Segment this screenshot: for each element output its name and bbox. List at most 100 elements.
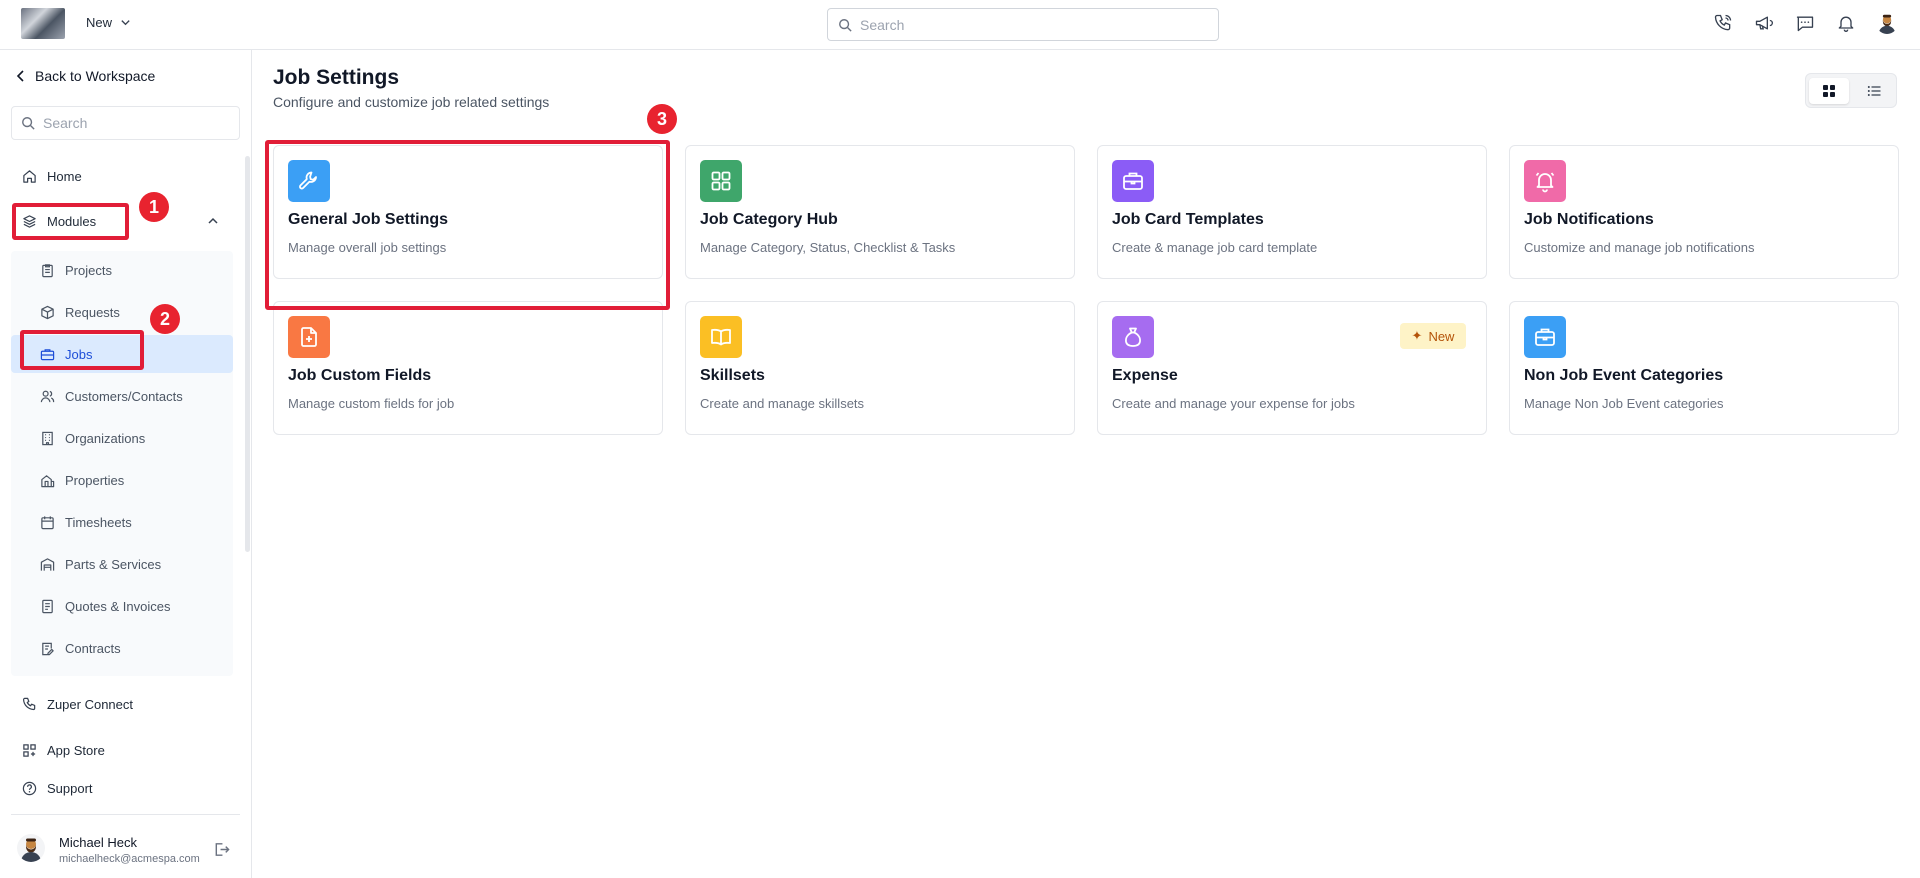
briefcase-icon <box>1112 160 1154 202</box>
card-title: Non Job Event Categories <box>1524 367 1724 384</box>
invoice-icon <box>42 599 53 613</box>
chevron-down-icon <box>121 20 130 26</box>
chat-icon[interactable] <box>1794 12 1816 34</box>
card-title: Expense <box>1112 367 1178 384</box>
sidebar-item-quotes-invoices[interactable]: Quotes & Invoices <box>11 587 233 625</box>
card-description: Manage custom fields for job <box>288 396 455 411</box>
grid-view-button[interactable] <box>1809 78 1849 104</box>
sidebar-item-support[interactable]: Support <box>22 781 93 796</box>
new-dropdown[interactable]: New <box>86 15 131 30</box>
sidebar-item-label: Organizations <box>65 430 146 446</box>
modules-submenu: Projects Requests Jobs Customers/Contact… <box>11 251 233 676</box>
sidebar-item-contracts[interactable]: Contracts <box>11 629 233 667</box>
general-job-settings-card[interactable]: General Job Settings Manage overall job … <box>273 145 663 279</box>
job-category-hub-card[interactable]: Job Category Hub Manage Category, Status… <box>685 145 1075 279</box>
megaphone-icon[interactable] <box>1753 12 1775 34</box>
sidebar-item-jobs[interactable]: Jobs <box>11 335 233 373</box>
sidebar-item-label: Timesheets <box>65 514 132 530</box>
clipboard-icon <box>42 263 53 277</box>
top-bar: New <box>0 0 1920 50</box>
sidebar-item-zuper-connect[interactable]: Zuper Connect <box>22 697 133 712</box>
new-badge: ✦ New <box>1400 323 1466 349</box>
bell-icon[interactable] <box>1835 12 1857 34</box>
card-description: Create and manage your expense for jobs <box>1112 396 1355 411</box>
job-notifications-card[interactable]: Job Notifications Customize and manage j… <box>1509 145 1899 279</box>
calendar-icon <box>41 515 54 529</box>
sparkle-icon: ✦ <box>1411 328 1423 343</box>
sidebar-search-input[interactable] <box>43 115 223 131</box>
user-name: Michael Heck <box>59 835 138 850</box>
bell-icon <box>1524 160 1566 202</box>
non-job-event-categories-card[interactable]: Non Job Event Categories Manage Non Job … <box>1509 301 1899 435</box>
sidebar-item-projects[interactable]: Projects <box>11 251 233 289</box>
logout-icon[interactable] <box>213 841 230 858</box>
card-title: Job Notifications <box>1524 211 1654 228</box>
card-title: Skillsets <box>700 367 765 384</box>
chevron-up-icon[interactable] <box>206 214 220 228</box>
sidebar-item-label: Contracts <box>65 640 121 656</box>
sidebar-item-label: Support <box>47 781 93 796</box>
avatar[interactable] <box>17 834 45 862</box>
card-title: General Job Settings <box>288 211 449 228</box>
box-icon <box>41 305 54 319</box>
list-view-button[interactable] <box>1854 78 1894 104</box>
phone-icon <box>22 697 36 711</box>
sidebar-item-customers-contacts[interactable]: Customers/Contacts <box>11 377 233 415</box>
sidebar-item-label: Home <box>47 169 82 184</box>
grid-icon <box>1823 85 1835 97</box>
back-to-workspace-link[interactable]: Back to Workspace <box>16 68 155 84</box>
expense-card[interactable]: ✦ New Expense Create and manage your exp… <box>1097 301 1487 435</box>
grid-icon <box>700 160 742 202</box>
sidebar-item-label: App Store <box>47 743 105 758</box>
card-description: Create and manage skillsets <box>700 396 865 411</box>
list-icon <box>1867 86 1881 96</box>
card-title: Job Category Hub <box>700 211 838 228</box>
warehouse-icon <box>40 557 55 571</box>
phone-icon[interactable] <box>1712 12 1734 34</box>
sidebar-scrollbar[interactable] <box>245 156 250 552</box>
sidebar-item-app-store[interactable]: App Store <box>22 743 105 758</box>
global-search-input[interactable] <box>860 16 1180 33</box>
sidebar-item-label: Customers/Contacts <box>65 388 183 404</box>
sidebar: Back to Workspace Home Modules Projects … <box>0 50 252 878</box>
annotation-number: 1 <box>139 192 169 222</box>
sidebar-item-label: Parts & Services <box>65 556 162 572</box>
page-subtitle: Configure and customize job related sett… <box>273 94 550 110</box>
job-card-templates-card[interactable]: Job Card Templates Create & manage job c… <box>1097 145 1487 279</box>
new-badge-label: New <box>1428 328 1455 344</box>
users-icon <box>40 390 55 402</box>
sidebar-search[interactable] <box>11 106 240 140</box>
card-title: Job Custom Fields <box>288 367 432 384</box>
search-icon <box>22 117 35 130</box>
card-title: Job Card Templates <box>1112 211 1264 228</box>
annotation-number: 2 <box>150 304 180 334</box>
apps-icon <box>23 744 36 757</box>
sidebar-item-label: Requests <box>65 304 120 320</box>
chevron-left-icon <box>16 70 24 82</box>
briefcase-icon <box>1524 316 1566 358</box>
help-circle-icon <box>22 781 37 796</box>
search-icon <box>839 18 852 32</box>
wrench-icon <box>288 160 330 202</box>
card-description: Manage Non Job Event categories <box>1524 396 1724 411</box>
sidebar-item-properties[interactable]: Properties <box>11 461 233 499</box>
card-description: Create & manage job card template <box>1112 240 1318 255</box>
global-search[interactable] <box>827 8 1219 41</box>
annotation-number: 3 <box>647 104 677 134</box>
layers-icon <box>23 215 36 228</box>
sidebar-divider <box>11 814 240 815</box>
sidebar-item-parts-services[interactable]: Parts & Services <box>11 545 233 583</box>
card-description: Manage Category, Status, Checklist & Tas… <box>700 240 956 255</box>
file-plus-icon <box>288 316 330 358</box>
sidebar-item-modules[interactable]: Modules <box>22 214 96 229</box>
sidebar-item-requests[interactable]: Requests <box>11 293 233 331</box>
job-custom-fields-card[interactable]: Job Custom Fields Manage custom fields f… <box>273 301 663 435</box>
sidebar-item-timesheets[interactable]: Timesheets <box>11 503 233 541</box>
sidebar-item-label: Jobs <box>65 346 93 362</box>
sidebar-item-home[interactable]: Home <box>22 169 82 184</box>
user-avatar-icon[interactable] <box>1876 12 1898 34</box>
skillsets-card[interactable]: Skillsets Create and manage skillsets <box>685 301 1075 435</box>
page-title: Job Settings <box>273 66 400 89</box>
sidebar-item-organizations[interactable]: Organizations <box>11 419 233 457</box>
company-logo[interactable] <box>21 8 65 39</box>
